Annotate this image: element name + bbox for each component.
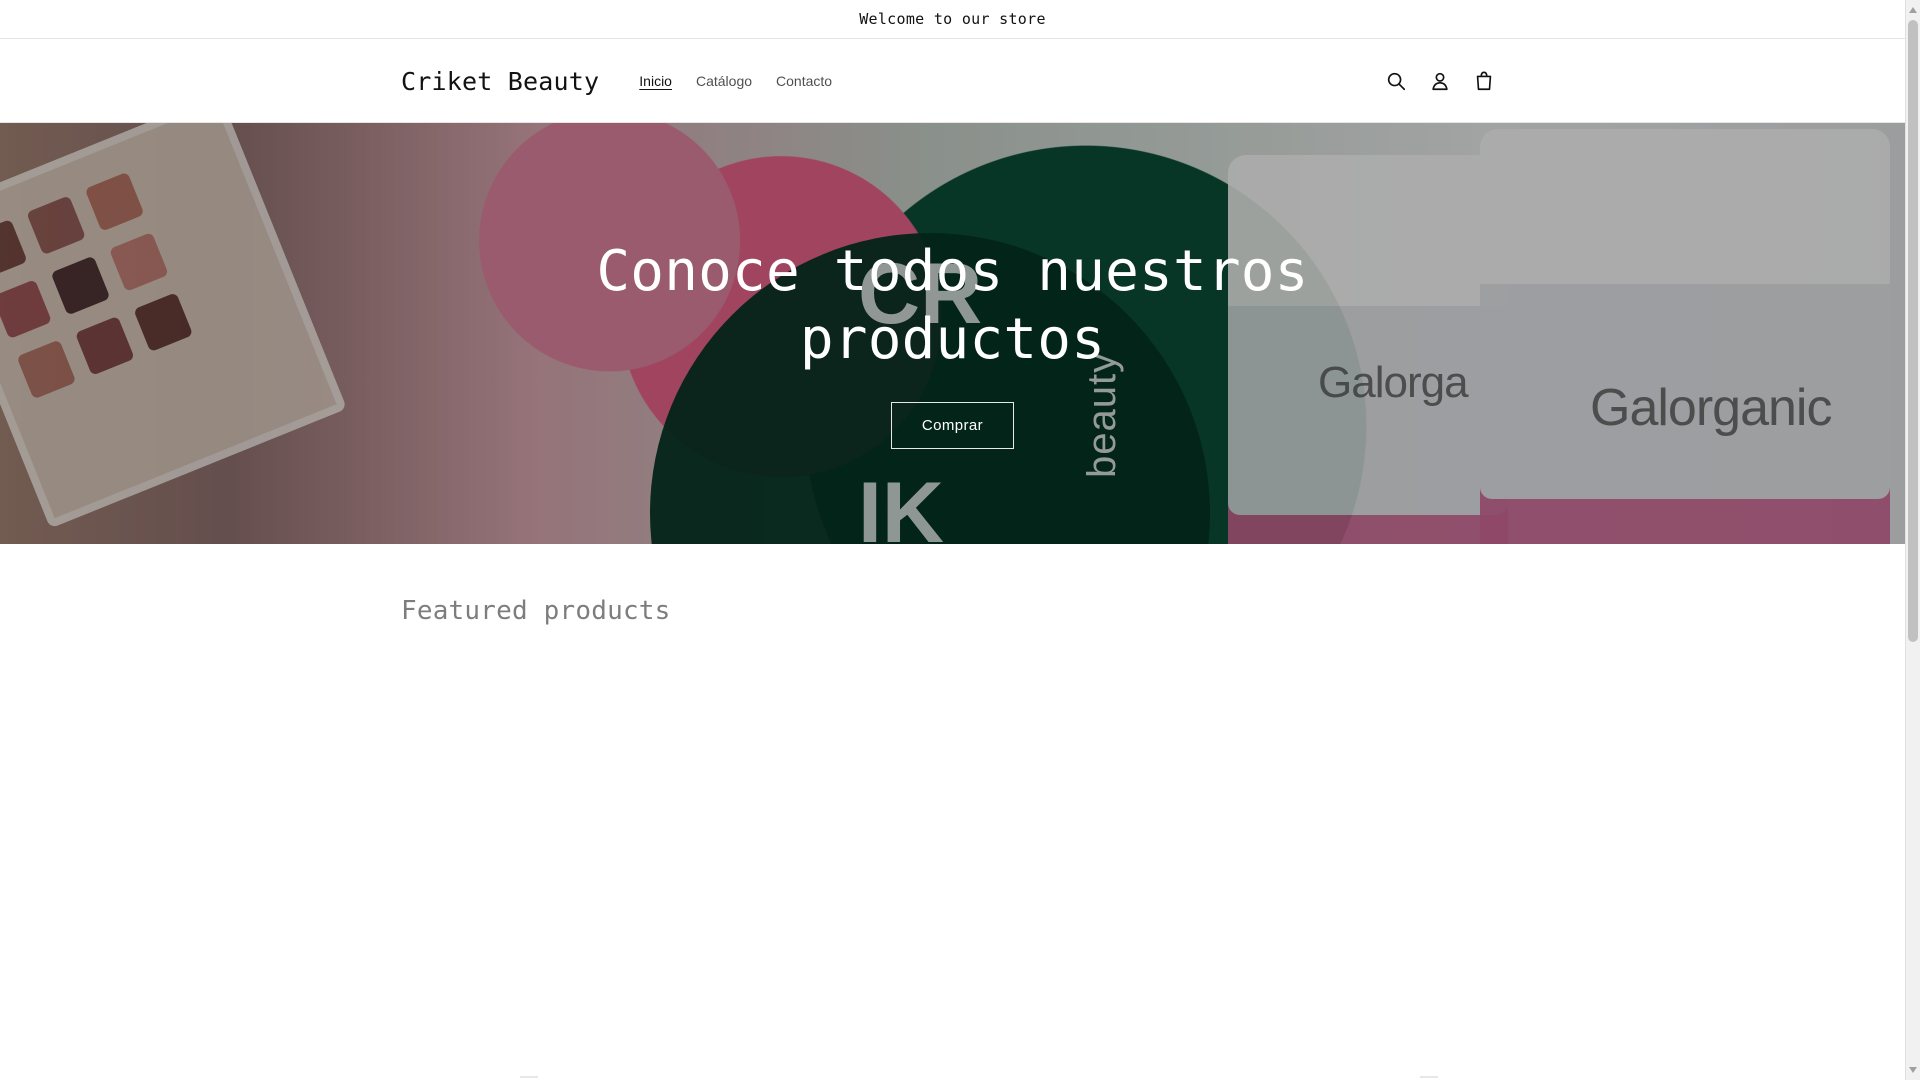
scroll-down-icon[interactable] bbox=[1909, 1067, 1917, 1073]
account-button[interactable] bbox=[1420, 59, 1460, 103]
brand-logo[interactable]: Criket Beauty bbox=[401, 67, 599, 96]
store-page: Welcome to our store Criket Beauty Inici… bbox=[0, 0, 1905, 1080]
featured-products-section: Featured products bbox=[0, 544, 1905, 1080]
page-scrollbar[interactable] bbox=[1905, 0, 1920, 1080]
header-inner: Criket Beauty Inicio Catálogo Contacto bbox=[401, 39, 1504, 123]
header-actions bbox=[1376, 59, 1504, 103]
featured-products-title: Featured products bbox=[401, 596, 671, 626]
product-card-edge bbox=[1420, 1076, 1438, 1078]
main-navigation: Inicio Catálogo Contacto bbox=[627, 65, 844, 97]
hero-content: Conoce todos nuestros productos Comprar bbox=[0, 238, 1905, 449]
search-button[interactable] bbox=[1376, 59, 1416, 103]
cart-icon bbox=[1476, 71, 1492, 91]
hero-title-line-1: Conoce todos nuestros bbox=[596, 239, 1309, 304]
product-card-edge bbox=[520, 1076, 538, 1078]
product-cards-edge bbox=[0, 1069, 1905, 1080]
account-icon bbox=[1432, 72, 1448, 91]
announcement-text: Welcome to our store bbox=[859, 10, 1046, 28]
hero-banner: CR IK beauty Galorga Galorganic Conoce t… bbox=[0, 123, 1905, 544]
cart-button[interactable] bbox=[1464, 59, 1504, 103]
nav-item-contacto[interactable]: Contacto bbox=[764, 65, 844, 97]
hero-title: Conoce todos nuestros productos bbox=[0, 238, 1905, 374]
hero-title-line-2: productos bbox=[799, 307, 1106, 372]
nav-item-inicio[interactable]: Inicio bbox=[627, 65, 684, 97]
search-icon bbox=[1387, 72, 1406, 91]
nav-item-catalogo[interactable]: Catálogo bbox=[684, 65, 764, 97]
shop-button[interactable]: Comprar bbox=[891, 402, 1014, 449]
scroll-thumb[interactable] bbox=[1908, 20, 1918, 642]
scroll-up-icon[interactable] bbox=[1909, 7, 1917, 13]
announcement-bar: Welcome to our store bbox=[0, 0, 1905, 39]
site-header: Criket Beauty Inicio Catálogo Contacto bbox=[0, 39, 1905, 123]
